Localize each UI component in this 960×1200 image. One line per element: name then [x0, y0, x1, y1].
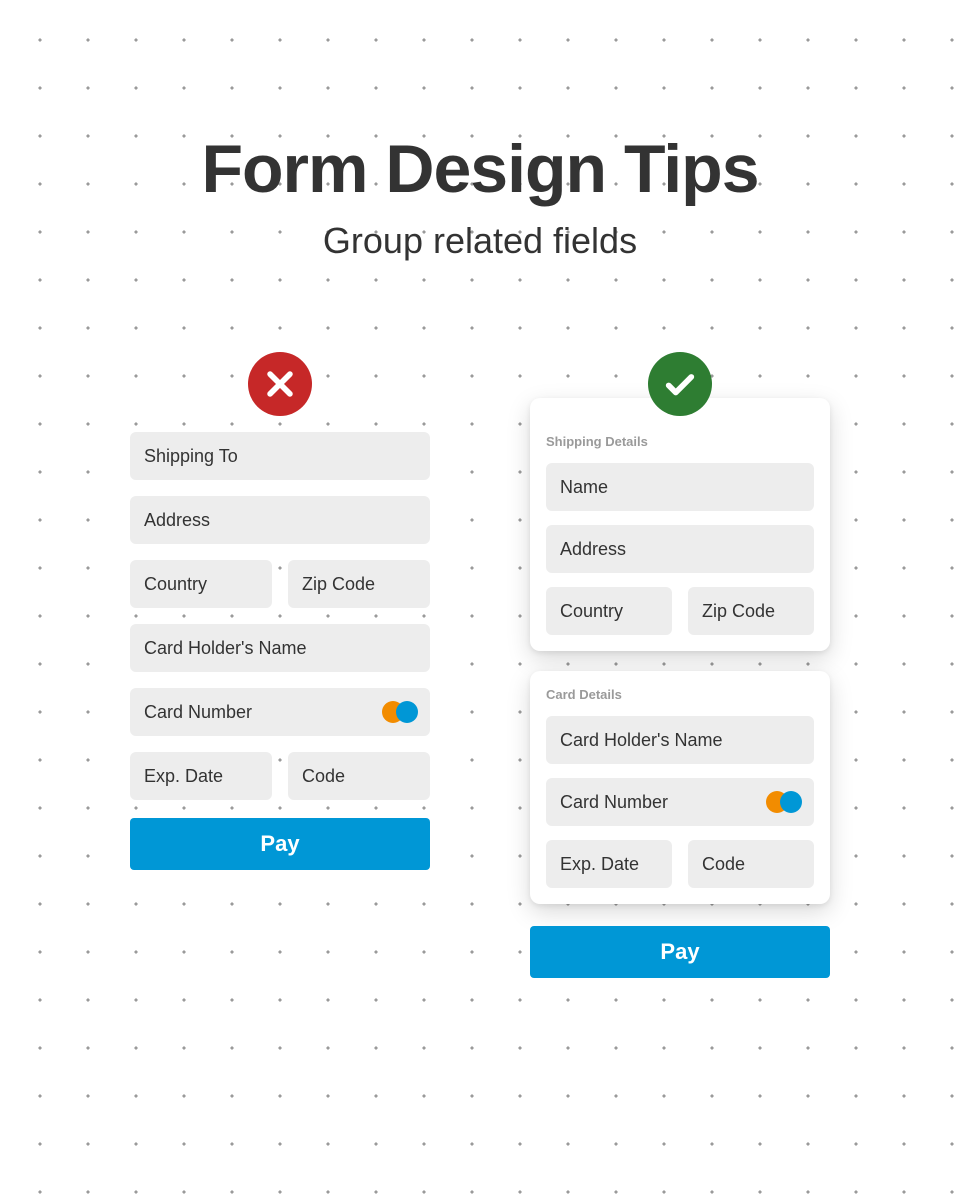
comparison-columns: Shipping To Address Country Zip Code Car… — [0, 352, 960, 978]
page-subtitle: Group related fields — [0, 220, 960, 262]
bad-form: Shipping To Address Country Zip Code Car… — [130, 384, 430, 870]
cardnumber-field[interactable]: Card Number — [130, 688, 430, 736]
canvas: Form Design Tips Group related fields Sh… — [0, 0, 960, 1200]
cardholder-field[interactable]: Card Holder's Name — [130, 624, 430, 672]
shipping-to-field[interactable]: Shipping To — [130, 432, 430, 480]
cardnumber-field[interactable]: Card Number — [546, 778, 814, 826]
zip-field[interactable]: Zip Code — [288, 560, 430, 608]
expdate-field[interactable]: Exp. Date — [130, 752, 272, 800]
pay-button[interactable]: Pay — [130, 818, 430, 870]
name-field[interactable]: Name — [546, 463, 814, 511]
good-form: Shipping Details Name Address Country Zi… — [530, 384, 830, 978]
pay-button[interactable]: Pay — [530, 926, 830, 978]
country-field[interactable]: Country — [130, 560, 272, 608]
address-field[interactable]: Address — [546, 525, 814, 573]
card-group-label: Card Details — [546, 687, 814, 702]
code-field[interactable]: Code — [688, 840, 814, 888]
page-title: Form Design Tips — [0, 130, 960, 208]
bad-example-column: Shipping To Address Country Zip Code Car… — [130, 352, 430, 870]
card-brand-icon — [766, 791, 802, 813]
country-field[interactable]: Country — [546, 587, 672, 635]
cross-icon — [248, 352, 312, 416]
cardnumber-label: Card Number — [144, 702, 252, 723]
check-icon — [648, 352, 712, 416]
good-example-column: Shipping Details Name Address Country Zi… — [530, 352, 830, 978]
shipping-details-card: Shipping Details Name Address Country Zi… — [530, 398, 830, 651]
card-brand-icon — [382, 701, 418, 723]
card-details-card: Card Details Card Holder's Name Card Num… — [530, 671, 830, 904]
address-field[interactable]: Address — [130, 496, 430, 544]
code-field[interactable]: Code — [288, 752, 430, 800]
zip-field[interactable]: Zip Code — [688, 587, 814, 635]
expdate-field[interactable]: Exp. Date — [546, 840, 672, 888]
cardholder-field[interactable]: Card Holder's Name — [546, 716, 814, 764]
shipping-group-label: Shipping Details — [546, 434, 814, 449]
cardnumber-label: Card Number — [560, 792, 668, 813]
